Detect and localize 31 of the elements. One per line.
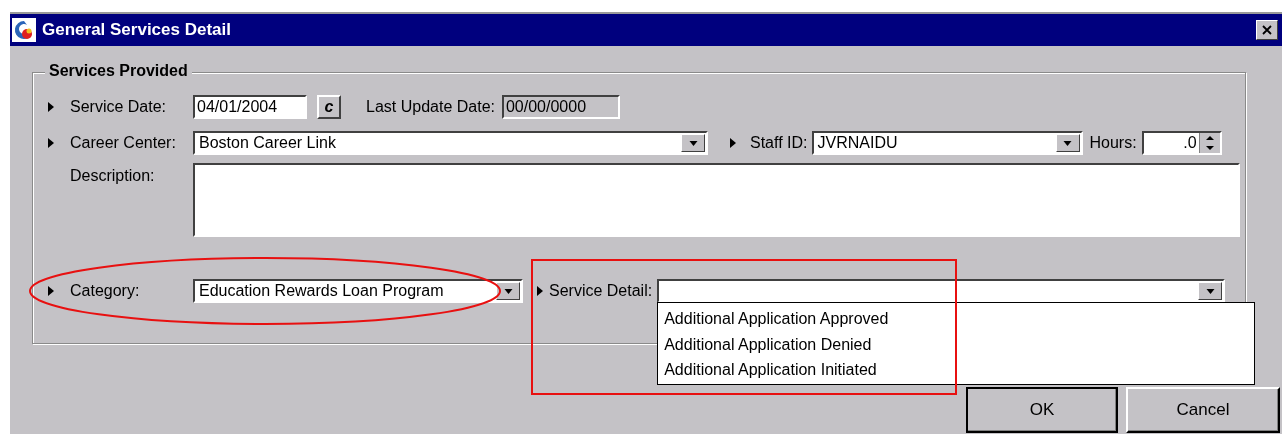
category-dropdown[interactable]: Education Rewards Loan Program — [193, 279, 523, 303]
field-label: Career Center: — [70, 134, 176, 152]
career-center-dropdown[interactable]: Boston Career Link — [193, 131, 708, 155]
field-label: Description: — [70, 167, 155, 185]
description-field[interactable] — [193, 163, 1240, 237]
calendar-button[interactable]: c — [317, 95, 341, 119]
dropdown-option[interactable]: Additional Application Approved — [664, 306, 1255, 332]
cancel-button[interactable]: Cancel — [1126, 387, 1280, 433]
dropdown-option[interactable]: Additional Application Denied — [664, 331, 1255, 357]
field-label: Hours: — [1089, 134, 1137, 152]
hours-spinner[interactable]: .0 — [1141, 131, 1222, 155]
arrow-icon — [537, 286, 543, 296]
service-date-field[interactable]: 04/01/2004 — [193, 95, 307, 119]
app-icon — [12, 18, 36, 42]
arrow-icon — [48, 102, 54, 112]
ok-button[interactable]: OK — [966, 387, 1118, 433]
window-title: General Services Detail — [42, 20, 232, 40]
field-label: Service Detail: — [549, 282, 653, 300]
arrow-icon — [48, 138, 54, 148]
field-label: Service Date: — [70, 98, 167, 116]
spinner-arrows-icon — [1198, 133, 1220, 153]
staff-id-dropdown[interactable]: JVRNAIDU — [811, 131, 1083, 155]
field-label: Staff ID: — [750, 134, 808, 152]
arrow-icon — [48, 286, 54, 296]
field-label: Last Update Date: — [366, 98, 495, 116]
close-button[interactable] — [1256, 20, 1278, 40]
arrow-icon — [730, 138, 736, 148]
field-label: Category: — [70, 282, 140, 300]
close-icon — [1262, 25, 1272, 35]
dropdown-option[interactable]: Additional Application Initiated — [664, 357, 1255, 383]
service-detail-dropdown[interactable] — [657, 279, 1226, 303]
